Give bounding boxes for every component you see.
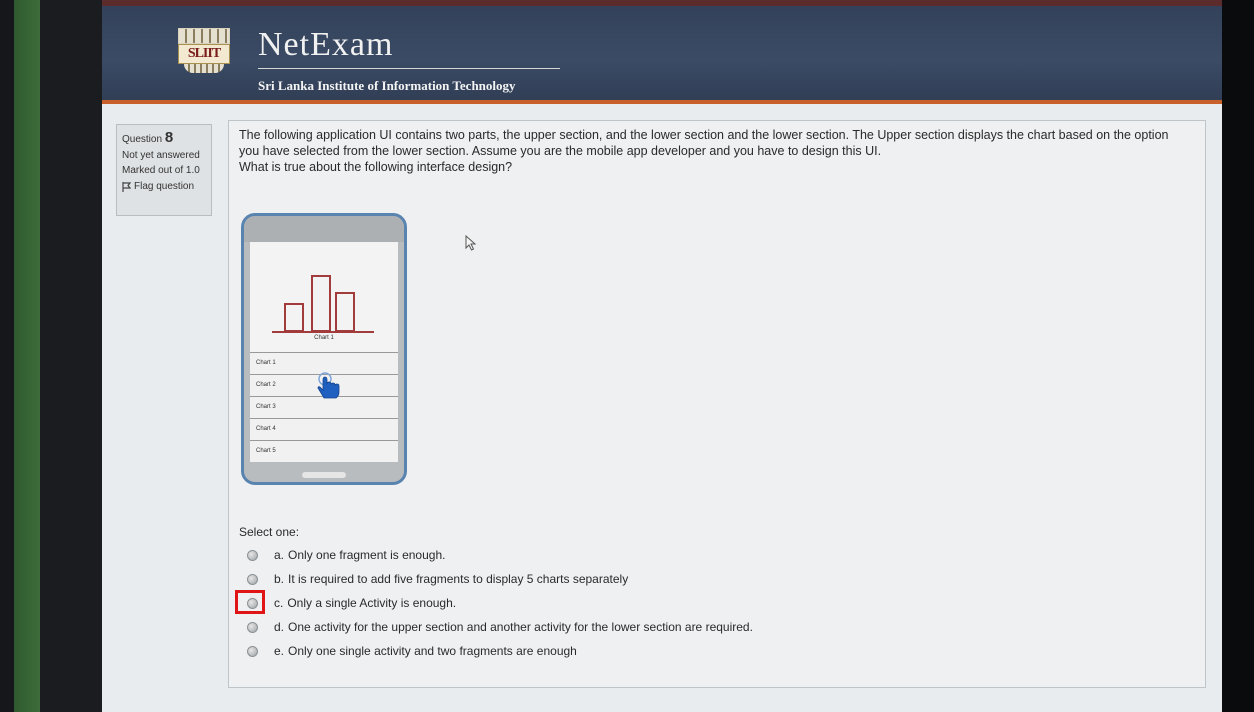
- option-letter: d.: [274, 620, 285, 634]
- question-prompt: What is true about the following interfa…: [239, 160, 513, 174]
- answer-option-e[interactable]: e. Only one single activity and two frag…: [241, 639, 753, 663]
- question-number: Question 8: [122, 129, 206, 146]
- flag-question-label: Flag question: [134, 181, 195, 192]
- logo-base-icon: [184, 64, 224, 73]
- monitor-bezel-left: [0, 0, 14, 712]
- radio-button[interactable]: [247, 573, 258, 585]
- option-letter: c.: [274, 596, 284, 610]
- flag-question-link[interactable]: Flag question: [122, 181, 206, 192]
- option-text: Only a single Activity is enough.: [287, 596, 457, 610]
- answer-option-a[interactable]: a. Only one fragment is enough.: [241, 543, 753, 567]
- list-item: Chart 1: [250, 352, 398, 374]
- chart-caption: Chart 1: [314, 335, 334, 341]
- list-item: Chart 4: [250, 418, 398, 440]
- question-marks: Marked out of 1.0: [122, 165, 200, 176]
- radio-button[interactable]: [247, 621, 258, 633]
- question-label: Question: [122, 134, 163, 145]
- sliit-logo[interactable]: SLIIT: [178, 28, 230, 73]
- chart-bar: [284, 303, 304, 332]
- question-description: The following application UI contains tw…: [239, 128, 1169, 158]
- screen-margin-left: [40, 0, 102, 712]
- radio-button[interactable]: [247, 645, 258, 657]
- question-info-panel: Question 8 Not yet answered Marked out o…: [116, 124, 212, 216]
- option-text: Only one single activity and two fragmen…: [288, 644, 577, 658]
- answer-status: Not yet answered: [122, 150, 200, 161]
- phone-mockup-image: Chart 1 Chart 1 Chart 2 Chart 3 Chart 4 …: [241, 213, 407, 485]
- option-letter: a.: [274, 548, 285, 562]
- exam-page: SLIIT NetExam Sri Lanka Institute of Inf…: [102, 0, 1222, 712]
- monitor-bezel-right: [1222, 0, 1254, 712]
- institute-name: Sri Lanka Institute of Information Techn…: [258, 78, 516, 93]
- logo-building-icon: [178, 28, 230, 44]
- option-text: Only one fragment is enough.: [288, 548, 446, 562]
- chart-bar: [311, 275, 331, 332]
- pointing-hand-icon: [317, 372, 340, 399]
- phone-home-button: [302, 472, 346, 478]
- site-header: SLIIT NetExam Sri Lanka Institute of Inf…: [102, 0, 1222, 104]
- phone-status-bar: [244, 216, 404, 242]
- phone-chart-list: Chart 1 Chart 2 Chart 3 Chart 4 Chart 5: [250, 352, 398, 462]
- option-letter: e.: [274, 644, 285, 658]
- header-accent-bar: [102, 100, 1222, 104]
- option-text: It is required to add five fragments to …: [288, 572, 629, 586]
- question-content: The following application UI contains tw…: [228, 120, 1206, 688]
- bar-chart-graphic: [272, 275, 374, 333]
- red-highlight-box: [235, 590, 265, 614]
- answer-option-c[interactable]: c. Only a single Activity is enough.: [235, 590, 753, 615]
- question-text: The following application UI contains tw…: [239, 127, 1189, 175]
- background-strip: [14, 0, 40, 712]
- flag-icon: [122, 181, 131, 192]
- title-underline: [258, 68, 560, 69]
- chart-bar: [335, 292, 355, 332]
- answer-options: a. Only one fragment is enough. b. It is…: [235, 543, 753, 663]
- answer-option-d[interactable]: d. One activity for the upper section an…: [241, 615, 753, 639]
- list-item: Chart 5: [250, 440, 398, 462]
- logo-text: SLIIT: [178, 44, 230, 64]
- option-text: One activity for the upper section and a…: [288, 620, 753, 634]
- question-number-value: 8: [164, 129, 174, 146]
- mouse-cursor-icon: [465, 235, 477, 251]
- radio-button[interactable]: [247, 549, 258, 561]
- app-title[interactable]: NetExam: [258, 26, 393, 64]
- answer-option-b[interactable]: b. It is required to add five fragments …: [241, 567, 753, 591]
- select-one-label: Select one:: [239, 525, 300, 539]
- option-letter: b.: [274, 572, 285, 586]
